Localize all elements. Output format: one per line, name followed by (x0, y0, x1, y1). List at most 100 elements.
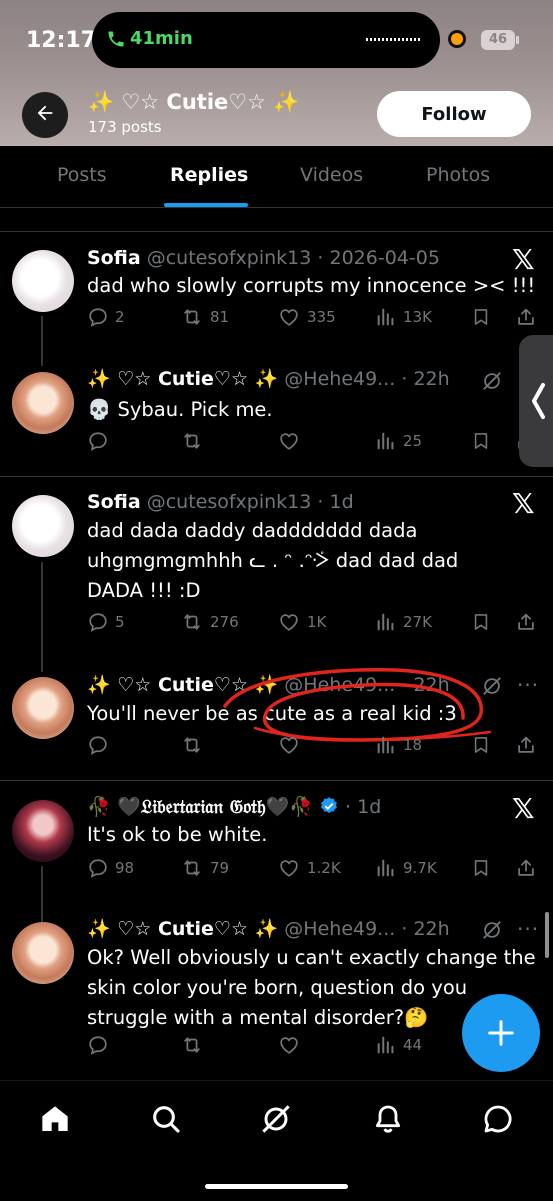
author-handle[interactable]: @Hehe49... (284, 918, 395, 940)
share-button[interactable] (515, 611, 537, 633)
author-handle[interactable]: @cutesofxpink13 (147, 491, 312, 513)
reply-button[interactable] (87, 734, 109, 756)
more-icon[interactable]: ··· (517, 673, 539, 697)
bookmark-button[interactable] (471, 306, 491, 328)
repost-icon (180, 857, 204, 879)
tab-replies[interactable]: Replies (170, 164, 248, 186)
dynamic-island[interactable]: 41min (92, 12, 440, 68)
more-icon[interactable]: ··· (517, 917, 539, 941)
share-button[interactable] (515, 857, 537, 879)
views-button[interactable]: 27K (375, 611, 432, 633)
thread-line (41, 562, 43, 672)
profile-name: ✨ ♡☆ Cutie♡☆ ✨ (88, 90, 300, 114)
messages-icon[interactable] (482, 1103, 514, 1139)
post-count: 173 posts (88, 118, 162, 136)
reply-icon (87, 306, 109, 328)
scrollbar[interactable] (545, 912, 549, 958)
views-button[interactable]: 13K (375, 306, 432, 328)
repost-button[interactable]: 81 (180, 306, 229, 328)
repost-count: 79 (210, 859, 230, 877)
red-scribble-annotation (223, 668, 492, 742)
like-icon (277, 1034, 301, 1056)
like-count: 1K (307, 613, 327, 631)
like-icon (277, 611, 301, 633)
views-icon (375, 1034, 397, 1056)
like-icon (277, 306, 301, 328)
author-name[interactable]: Sofia (87, 491, 141, 513)
avatar[interactable] (12, 495, 74, 557)
reply-count: 5 (115, 613, 125, 631)
views-count: 27K (403, 613, 432, 631)
grok-icon[interactable] (481, 370, 503, 396)
back-button[interactable] (22, 92, 68, 138)
share-button[interactable] (515, 734, 537, 756)
verified-icon (319, 796, 339, 821)
side-panel-handle[interactable] (519, 335, 553, 467)
bookmark-button[interactable] (471, 734, 491, 756)
avatar[interactable] (12, 372, 74, 434)
reply-button[interactable] (87, 430, 109, 452)
author-name[interactable]: ✨ ♡☆ Cutie♡☆ ✨ (87, 918, 278, 940)
bookmark-icon (471, 734, 491, 756)
like-button[interactable]: 1K (277, 611, 326, 633)
author-handle[interactable]: @Hehe49... (284, 368, 395, 390)
like-button[interactable]: 335 (277, 306, 336, 328)
grok-icon[interactable] (481, 919, 503, 945)
bookmark-button[interactable] (471, 430, 491, 452)
thread-line (41, 316, 43, 366)
home-icon[interactable] (39, 1103, 71, 1139)
post-text: dad dada daddy daddddddd dada uhgmgmgmhh… (87, 519, 459, 602)
like-button[interactable] (277, 430, 301, 452)
views-button[interactable]: 9.7K (375, 857, 437, 879)
notifications-icon[interactable] (372, 1103, 404, 1139)
tab-photos[interactable]: Photos (426, 164, 490, 186)
like-button[interactable] (277, 1034, 301, 1056)
views-icon (375, 430, 397, 452)
post-date: 2026-04-05 (329, 247, 440, 269)
author-handle[interactable]: @cutesofxpink13 (147, 247, 312, 269)
tab-videos[interactable]: Videos (300, 164, 363, 186)
grok-icon[interactable] (260, 1103, 292, 1139)
tab-posts[interactable]: Posts (57, 164, 107, 186)
avatar[interactable] (12, 250, 74, 312)
bookmark-button[interactable] (471, 611, 491, 633)
like-icon (277, 430, 301, 452)
reply-button[interactable] (87, 1034, 109, 1056)
views-button[interactable]: 25 (375, 430, 422, 452)
follow-button[interactable]: Follow (377, 91, 531, 137)
share-button[interactable] (515, 306, 537, 328)
like-count: 335 (307, 308, 336, 326)
views-count: 9.7K (403, 859, 437, 877)
post-text: It's ok to be white. (87, 823, 268, 846)
compose-button[interactable] (462, 994, 540, 1072)
reply-button[interactable]: 2 (87, 306, 125, 328)
author-name[interactable]: 🥀 🖤𝔏𝔦𝔟𝔢𝔯𝔱𝔞𝔯𝔦𝔞𝔫 𝔊𝔬𝔱𝔥🖤🥀 (87, 796, 313, 818)
author-name[interactable]: Sofia (87, 247, 141, 269)
repost-button[interactable] (180, 1034, 204, 1056)
x-logo-icon: 𝕏 (512, 487, 535, 520)
phone-icon (106, 29, 126, 53)
search-icon[interactable] (150, 1103, 182, 1139)
share-icon (515, 734, 537, 756)
reply-button[interactable]: 98 (87, 857, 134, 879)
repost-button[interactable]: 79 (180, 857, 229, 879)
avatar[interactable] (12, 677, 74, 739)
reply-icon (87, 1034, 109, 1056)
avatar[interactable] (12, 922, 74, 984)
share-icon (515, 611, 537, 633)
author-name[interactable]: ✨ ♡☆ Cutie♡☆ ✨ (87, 368, 278, 390)
repost-button[interactable] (180, 734, 204, 756)
avatar[interactable] (12, 800, 74, 862)
bookmark-button[interactable] (471, 857, 491, 879)
like-button[interactable] (277, 734, 301, 756)
views-button[interactable]: 18 (375, 734, 422, 756)
repost-button[interactable]: 276 (180, 611, 239, 633)
reply-button[interactable]: 5 (87, 611, 125, 633)
chevron-left-icon (532, 383, 545, 419)
status-time: 12:17 (26, 28, 97, 53)
views-button[interactable]: 44 (375, 1034, 422, 1056)
like-button[interactable]: 1.2K (277, 857, 341, 879)
post-header: Sofia @cutesofxpink13 · 1d (87, 491, 354, 513)
divider (0, 207, 553, 208)
repost-button[interactable] (180, 430, 204, 452)
